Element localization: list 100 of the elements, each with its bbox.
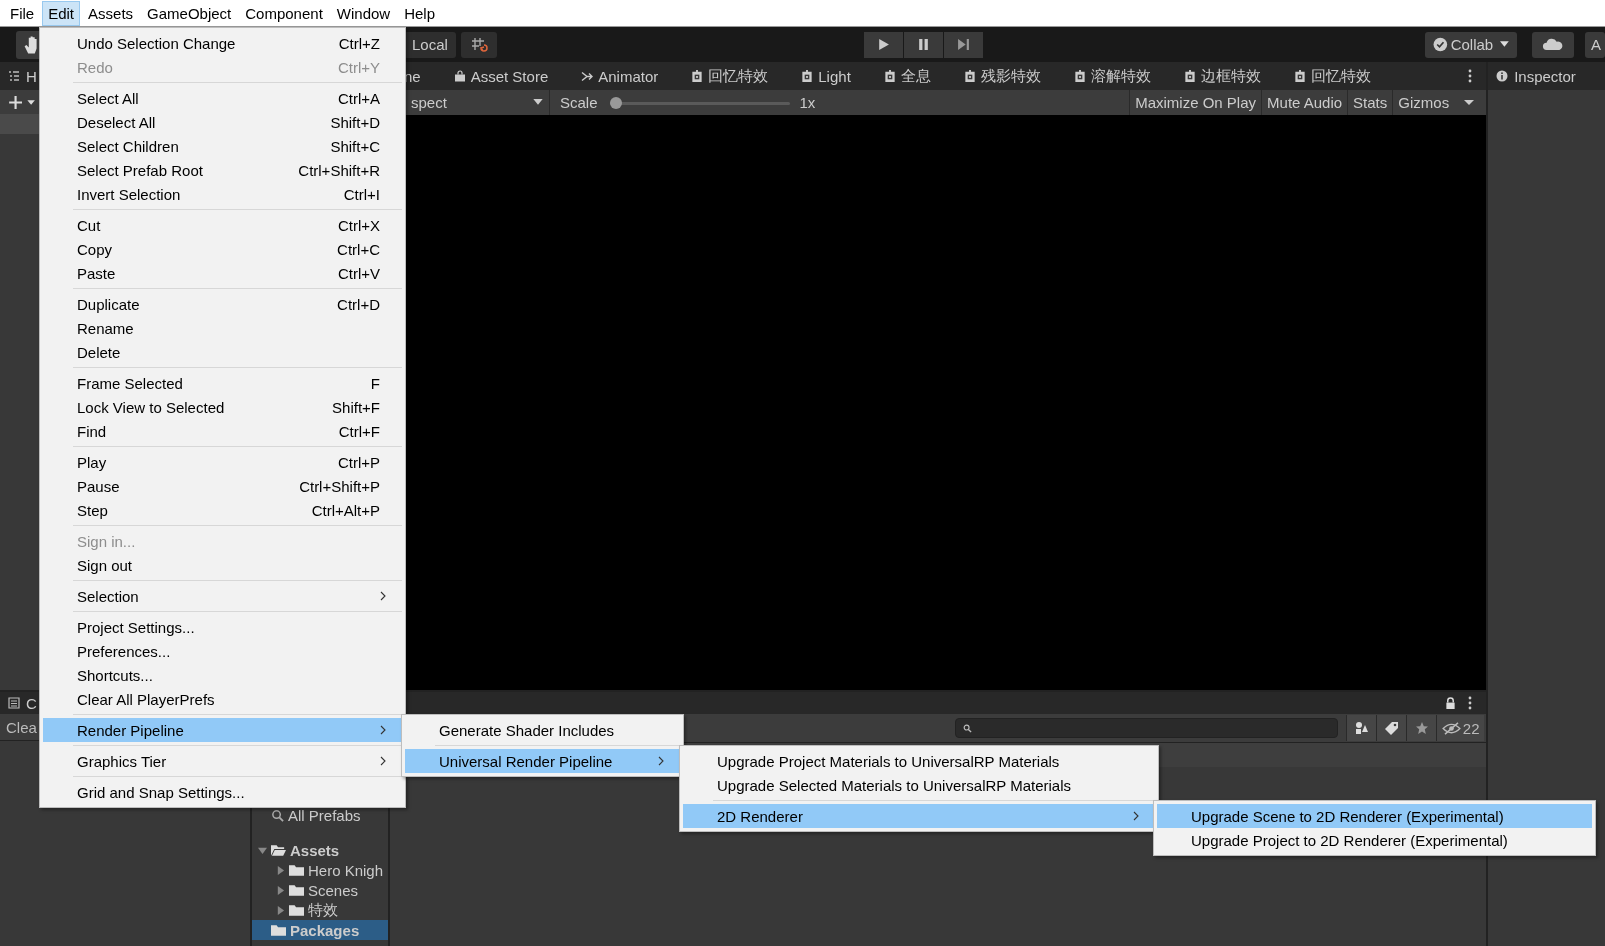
- menu-item[interactable]: Step Ctrl+Alt+P: [43, 498, 402, 522]
- menu-item[interactable]: Cut Ctrl+X: [43, 213, 402, 237]
- editor-tab[interactable]: Asset Store: [453, 67, 549, 85]
- tree-item[interactable]: Packages: [252, 920, 388, 940]
- tree-item[interactable]: Scenes: [252, 880, 388, 900]
- more-icon[interactable]: [1468, 69, 1473, 83]
- editor-tab[interactable]: 溶解特效: [1073, 66, 1151, 86]
- menu-item[interactable]: Upgrade Project Materials to UniversalRP Materials: [683, 749, 1155, 773]
- editor-tab[interactable]: 回忆特效: [691, 66, 769, 86]
- folder-icon: [289, 883, 304, 897]
- menu-item[interactable]: Play Ctrl+P: [43, 450, 402, 474]
- menu-item[interactable]: 2D Renderer: [683, 804, 1155, 828]
- editor-tab[interactable]: 边框特效: [1183, 66, 1261, 86]
- pause-button[interactable]: [904, 31, 943, 58]
- menu-item[interactable]: Project Settings...: [43, 615, 402, 639]
- editor-tab[interactable]: 回忆特效: [1293, 66, 1371, 86]
- editor-tab[interactable]: Light: [801, 67, 851, 85]
- menu-item[interactable]: Graphics Tier: [43, 749, 402, 773]
- clear-button[interactable]: Clea: [0, 718, 43, 736]
- tree-item[interactable]: Hero Knigh: [252, 860, 388, 880]
- editor-tab[interactable]: 残影特效: [963, 66, 1041, 86]
- more-icon[interactable]: [1468, 696, 1473, 710]
- menu-item[interactable]: Undo Selection Change Ctrl+Z: [43, 31, 402, 55]
- menu-bar-item[interactable]: GameObject: [141, 0, 238, 26]
- pause-icon: [917, 38, 930, 51]
- menu-item[interactable]: Rename: [43, 316, 402, 340]
- tree-item[interactable]: All Prefabs: [252, 805, 388, 825]
- menu-item[interactable]: Pause Ctrl+Shift+P: [43, 474, 402, 498]
- menu-item[interactable]: Duplicate Ctrl+D: [43, 292, 402, 316]
- console-tab[interactable]: C: [8, 694, 37, 712]
- menu-item[interactable]: Universal Render Pipeline: [405, 749, 680, 773]
- prefab-icon: [1293, 69, 1306, 83]
- menu-bar-item[interactable]: Window: [330, 0, 397, 26]
- hidden-packages-button[interactable]: 22: [1436, 715, 1485, 741]
- menu-bar-item[interactable]: Assets: [82, 0, 140, 26]
- step-button[interactable]: [944, 31, 983, 58]
- menu-item[interactable]: Preferences...: [43, 639, 402, 663]
- shortcut-label: Ctrl+V: [337, 264, 380, 282]
- menu-item[interactable]: Select Prefab Root Ctrl+Shift+R: [43, 158, 402, 182]
- menu-item[interactable]: Deselect All Shift+D: [43, 110, 402, 134]
- menu-bar-item[interactable]: Help: [398, 0, 442, 26]
- shortcut-label: Ctrl+Shift+R: [298, 161, 380, 179]
- menu-item[interactable]: Frame Selected F: [43, 371, 402, 395]
- menu-item[interactable]: Select All Ctrl+A: [43, 86, 402, 110]
- menu-item[interactable]: Upgrade Project to 2D Renderer (Experimental): [1157, 828, 1592, 852]
- dropdown-caret-icon[interactable]: [1464, 99, 1475, 106]
- menu-item[interactable]: Lock View to Selected Shift+F: [43, 395, 402, 419]
- cloud-icon: [1542, 38, 1564, 51]
- lock-icon[interactable]: [1445, 696, 1457, 710]
- tree-item[interactable]: Assets: [252, 840, 388, 860]
- menu-item[interactable]: Copy Ctrl+C: [43, 237, 402, 261]
- console-icon: [8, 697, 20, 709]
- expand-arrow-icon[interactable]: [276, 905, 285, 915]
- menu-item[interactable]: Grid and Snap Settings...: [43, 780, 402, 804]
- label-filter-button[interactable]: [1376, 715, 1407, 741]
- menu-bar-item[interactable]: File: [4, 0, 41, 26]
- account-button[interactable]: A: [1585, 31, 1605, 58]
- menu-bar-item[interactable]: Edit: [42, 0, 81, 26]
- editor-tab[interactable]: Animator: [581, 67, 659, 85]
- collab-button[interactable]: Collab: [1425, 31, 1517, 58]
- menu-item[interactable]: Selection: [43, 584, 402, 608]
- menu-item[interactable]: Shortcuts...: [43, 663, 402, 687]
- shortcut-label: Ctrl+Shift+P: [299, 477, 380, 495]
- hierarchy-tab[interactable]: H: [8, 67, 37, 85]
- menu-item[interactable]: Sign out: [43, 553, 402, 577]
- shortcut-label: Shift+C: [330, 137, 380, 155]
- menu-item[interactable]: Invert Selection Ctrl+I: [43, 182, 402, 206]
- shortcut-label: F: [370, 374, 380, 392]
- menu-item[interactable]: Paste Ctrl+V: [43, 261, 402, 285]
- tree-item[interactable]: 特效: [252, 900, 388, 920]
- pivot-button[interactable]: Local: [404, 31, 456, 58]
- editor-tab[interactable]: 全息: [883, 66, 931, 86]
- search-field[interactable]: [955, 718, 1339, 738]
- prefab-icon: [801, 69, 814, 83]
- menu-item[interactable]: Select Children Shift+C: [43, 134, 402, 158]
- prefab-icon: [1073, 69, 1086, 83]
- expand-arrow-icon[interactable]: [276, 865, 285, 875]
- menu-item[interactable]: Clear All PlayerPrefs: [43, 687, 402, 711]
- menu-item[interactable]: Render Pipeline: [43, 718, 402, 742]
- menu-item[interactable]: Delete: [43, 340, 402, 364]
- expand-arrow-icon[interactable]: [258, 845, 267, 855]
- menu-item[interactable]: Generate Shader Includes: [405, 718, 680, 742]
- shortcut-label: Ctrl+D: [337, 295, 380, 313]
- type-filter-button[interactable]: [1346, 715, 1377, 741]
- scale-slider[interactable]: [609, 96, 790, 109]
- snap-button[interactable]: [460, 31, 497, 58]
- menu-item[interactable]: Upgrade Scene to 2D Renderer (Experimental): [1157, 804, 1592, 828]
- menu-bar-item[interactable]: Component: [239, 0, 329, 26]
- menu-item[interactable]: Upgrade Selected Materials to UniversalRP Materials: [683, 773, 1155, 797]
- shortcut-label: Shift+F: [332, 398, 380, 416]
- menu-item[interactable]: Find Ctrl+F: [43, 419, 402, 443]
- expand-arrow-icon[interactable]: [276, 885, 285, 895]
- play-button[interactable]: [864, 31, 903, 58]
- cloud-button[interactable]: [1532, 31, 1574, 58]
- favorite-button[interactable]: [1406, 715, 1437, 741]
- tag-icon: [1384, 721, 1399, 735]
- scale-value: 1x: [799, 94, 816, 111]
- shortcut-label: Ctrl+A: [337, 89, 380, 107]
- add-icon[interactable]: [8, 94, 36, 110]
- search-icon: [963, 723, 973, 733]
